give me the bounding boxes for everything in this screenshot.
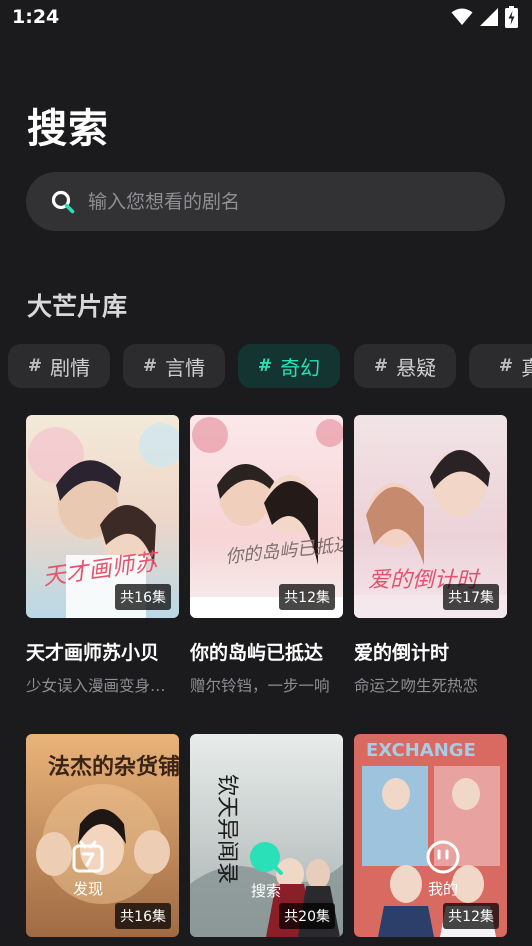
genre-chip-mystery[interactable]: # 悬疑 xyxy=(354,344,456,388)
poster-title-text: 法杰的杂货铺 xyxy=(48,754,179,780)
episode-count-badge: 共17集 xyxy=(443,584,499,610)
hash-icon: # xyxy=(27,356,43,376)
genre-chip-label: 奇幻 xyxy=(280,355,321,380)
nav-label: 发现 xyxy=(72,880,103,898)
hash-icon: # xyxy=(257,356,273,376)
nav-item-discover[interactable]: 发现 xyxy=(48,840,128,899)
wifi-icon xyxy=(451,8,473,25)
genre-chip-real[interactable]: # 真 xyxy=(469,344,532,388)
genre-chip-label: 真 xyxy=(521,355,532,380)
hash-icon: # xyxy=(373,356,389,376)
search-input[interactable] xyxy=(88,190,468,213)
drama-title: 天才画师苏小贝 xyxy=(26,642,160,664)
search-bar[interactable] xyxy=(26,172,505,231)
status-time: 1:24 xyxy=(12,6,60,28)
nav-label: 搜索 xyxy=(250,882,281,900)
nav-item-profile[interactable]: 我的 xyxy=(403,840,483,899)
nav-label: 我的 xyxy=(427,880,458,898)
search-screen: 1:24 搜索 大芒片库 # 剧情 xyxy=(0,0,532,946)
drama-description: 命运之吻生死热恋 xyxy=(354,677,479,695)
status-icons xyxy=(451,6,518,28)
genre-chip-drama[interactable]: # 剧情 xyxy=(8,344,110,388)
discover-icon xyxy=(72,840,104,873)
drama-card[interactable]: 你的岛屿已抵达 共12集 你的岛屿已抵达 赠尔铃铛，一步一响 xyxy=(190,415,343,696)
drama-title: 爱的倒计时 xyxy=(354,642,450,664)
drama-card[interactable]: 天才画师苏 共16集 天才画师苏小贝 少女误入漫画变身… xyxy=(26,415,179,696)
drama-poster[interactable]: 天才画师苏 共16集 xyxy=(26,415,179,618)
cellular-signal-icon xyxy=(480,8,498,26)
drama-title: 你的岛屿已抵达 xyxy=(190,642,324,664)
nav-item-search[interactable]: 搜索 xyxy=(226,840,306,901)
genre-chip-romance[interactable]: # 言情 xyxy=(123,344,225,388)
drama-description: 少女误入漫画变身… xyxy=(26,677,166,695)
drama-description: 赠尔铃铛，一步一响 xyxy=(190,677,330,695)
genre-chip-label: 言情 xyxy=(165,355,206,380)
hash-icon: # xyxy=(498,356,514,376)
genre-chip-fantasy[interactable]: # 奇幻 xyxy=(238,344,340,388)
drama-card[interactable]: 爱的倒计时 共17集 爱的倒计时 命运之吻生死热恋 xyxy=(354,415,507,696)
search-icon xyxy=(250,842,283,875)
genre-chip-label: 悬疑 xyxy=(396,355,437,380)
library-title: 大芒片库 xyxy=(27,292,128,321)
bottom-nav: 发现 搜索 我的 xyxy=(0,832,532,946)
drama-poster[interactable]: 爱的倒计时 共17集 xyxy=(354,415,507,618)
poster-title-text: EXCHANGE xyxy=(366,740,476,761)
battery-charging-icon xyxy=(505,6,518,28)
genre-chip-label: 剧情 xyxy=(50,355,91,380)
page-title: 搜索 xyxy=(27,106,109,152)
search-icon xyxy=(51,190,75,213)
drama-poster[interactable]: 你的岛屿已抵达 共12集 xyxy=(190,415,343,618)
profile-icon xyxy=(426,840,460,874)
status-bar: 1:24 xyxy=(0,0,532,36)
episode-count-badge: 共16集 xyxy=(115,584,171,610)
hash-icon: # xyxy=(142,356,158,376)
genre-chips: # 剧情 # 言情 # 奇幻 # 悬疑 # 真 xyxy=(8,344,532,388)
episode-count-badge: 共12集 xyxy=(279,584,335,610)
